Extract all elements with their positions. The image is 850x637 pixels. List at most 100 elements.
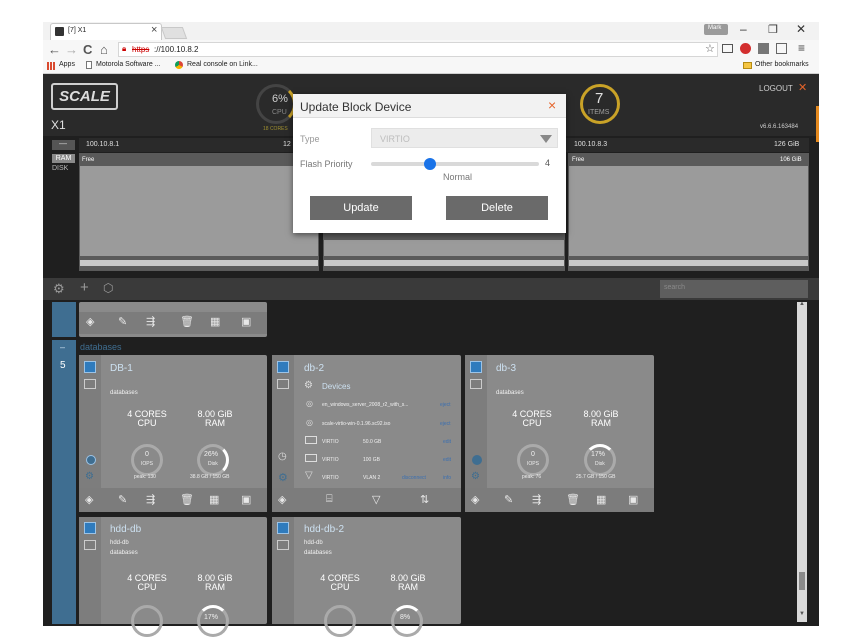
bookmark-apps[interactable]: Apps	[59, 61, 75, 68]
layers-icon[interactable]: ◈	[86, 315, 94, 328]
restore-icon[interactable]: ❐	[768, 23, 778, 36]
settings-gear-icon[interactable]: ⚙	[53, 281, 65, 297]
group-collapse-icon[interactable]: –	[60, 342, 65, 352]
node-panel-3-fill	[569, 166, 808, 256]
timer-icon: ◷	[278, 451, 287, 462]
update-button[interactable]: Update	[310, 196, 412, 220]
snapshot-icon[interactable]: ▣	[241, 493, 251, 506]
metric-side-toggle[interactable]: —	[52, 139, 75, 150]
disk-drive-icon	[305, 454, 317, 462]
device-eject-link[interactable]: eject	[440, 402, 451, 408]
migrate-icon[interactable]: ⇶	[146, 493, 155, 506]
gear-icon[interactable]: ⚙	[471, 471, 480, 482]
adblock-icon[interactable]	[740, 43, 751, 54]
console-small-icon[interactable]	[84, 540, 96, 550]
trash-icon[interactable]: 🗑︎	[180, 315, 194, 328]
console-small-icon[interactable]	[277, 540, 289, 550]
trash-icon[interactable]: 🗑︎	[566, 493, 580, 506]
device-eject-link[interactable]: eject	[440, 421, 451, 427]
snapshot-icon[interactable]: ▣	[241, 315, 251, 328]
console-small-icon[interactable]	[277, 379, 289, 389]
power-icon[interactable]	[277, 361, 289, 373]
console-icon[interactable]: ▦	[210, 315, 220, 328]
power-icon[interactable]	[277, 522, 289, 534]
bookmark-motorola[interactable]: Motorola Software ...	[96, 61, 161, 68]
sort-icon[interactable]: ⇅	[420, 493, 429, 506]
console-small-icon[interactable]	[84, 379, 96, 389]
layers-icon[interactable]: ◈	[471, 493, 479, 506]
node-panel-1-bar	[80, 260, 318, 266]
vm-card-toolbar	[465, 488, 654, 512]
insecure-lock-icon: 🔒︎	[122, 44, 127, 53]
add-disk-icon[interactable]: ⌸	[326, 493, 333, 506]
close-icon[interactable]: ×	[151, 24, 157, 36]
wrench-icon[interactable]: ✎	[504, 493, 513, 506]
add-nic-icon[interactable]: ▽	[372, 493, 380, 506]
layers-icon[interactable]: ◈	[278, 493, 286, 506]
search-input[interactable]: search	[660, 280, 808, 298]
layers-icon[interactable]: ◈	[85, 493, 93, 506]
scrollbar-thumb[interactable]	[799, 572, 805, 590]
vm-card-hdd-db-2[interactable]	[272, 517, 461, 624]
import-icon[interactable]: ⬡	[103, 281, 113, 295]
other-bookmarks[interactable]: Other bookmarks	[755, 61, 809, 68]
delete-button[interactable]: Delete	[446, 196, 548, 220]
trash-icon[interactable]: 🗑︎	[180, 493, 194, 506]
dialog-close-icon[interactable]: ×	[548, 97, 556, 113]
device-edit-link[interactable]: edit	[443, 439, 451, 445]
cast-icon[interactable]	[722, 44, 733, 53]
extension2-icon[interactable]	[776, 43, 787, 54]
cpu-gauge-label: CPU	[272, 109, 287, 116]
scroll-up-icon[interactable]: ▲	[799, 301, 805, 307]
home-icon[interactable]: ⌂	[100, 42, 108, 57]
snapshot-icon[interactable]: ▣	[628, 493, 638, 506]
scroll-down-icon[interactable]: ▼	[799, 611, 805, 617]
gear-icon[interactable]: ⚙	[278, 471, 288, 484]
minimize-icon[interactable]: –	[740, 22, 747, 36]
power-icon[interactable]	[470, 361, 482, 373]
browser-tab-title: [7] X1	[68, 27, 87, 34]
type-select[interactable]: VIRTIO	[371, 128, 558, 148]
wrench-icon[interactable]: ✎	[118, 315, 127, 328]
forward-icon[interactable]: →	[65, 42, 78, 57]
migrate-icon[interactable]: ⇶	[146, 315, 155, 328]
device-disconnect-link[interactable]: disconnect	[402, 475, 426, 481]
flash-priority-handle[interactable]	[423, 158, 436, 170]
iops-gauge	[324, 605, 356, 637]
power-icon[interactable]	[84, 522, 96, 534]
star-icon[interactable]: ☆	[705, 42, 715, 55]
back-icon[interactable]: ←	[48, 42, 61, 57]
vm-cores-label: CPU	[522, 418, 542, 428]
network-icon: ▽	[305, 470, 313, 481]
migrate-icon[interactable]: ⇶	[532, 493, 541, 506]
new-tab-button[interactable]	[160, 27, 188, 39]
menu-icon[interactable]: ≡	[798, 41, 805, 55]
console-icon[interactable]: ▦	[209, 493, 219, 506]
peak-iops: peak: 76	[522, 474, 542, 480]
logout-close-icon[interactable]: ✕	[798, 81, 807, 94]
device-info-link[interactable]: info	[443, 475, 451, 481]
logout-link[interactable]: LOGOUT	[759, 84, 793, 93]
address-bar[interactable]: 🔒︎ https ://100.10.8.2	[118, 42, 718, 57]
reload-icon[interactable]: C	[83, 42, 92, 57]
device-edit-link[interactable]: edit	[443, 457, 451, 463]
group-label[interactable]: databases	[80, 342, 122, 352]
node-panel-1-free: Free	[82, 157, 95, 163]
browser-tab[interactable]: [7] X1 ×	[50, 23, 162, 40]
power-icon[interactable]	[84, 361, 96, 373]
extension-icon[interactable]	[758, 43, 769, 54]
console-icon[interactable]: ▦	[596, 493, 606, 506]
vm-card-hdd-db[interactable]	[79, 517, 267, 624]
ram-toggle[interactable]: RAM	[52, 154, 75, 163]
bookmark-real-console[interactable]: Real console on Link...	[187, 61, 258, 68]
console-small-icon[interactable]	[470, 379, 482, 389]
apps-icon[interactable]	[47, 62, 55, 70]
wrench-icon[interactable]: ✎	[118, 493, 127, 506]
add-vm-icon[interactable]: +	[80, 279, 89, 296]
gear-icon[interactable]: ⚙	[85, 471, 94, 482]
disk-toggle[interactable]: DISK	[52, 165, 68, 172]
devices-heading[interactable]: Devices	[322, 382, 350, 391]
flash-priority-slider[interactable]	[371, 158, 539, 170]
window-close-icon[interactable]: ✕	[796, 22, 806, 36]
window-user-badge[interactable]: Mark	[704, 24, 728, 35]
